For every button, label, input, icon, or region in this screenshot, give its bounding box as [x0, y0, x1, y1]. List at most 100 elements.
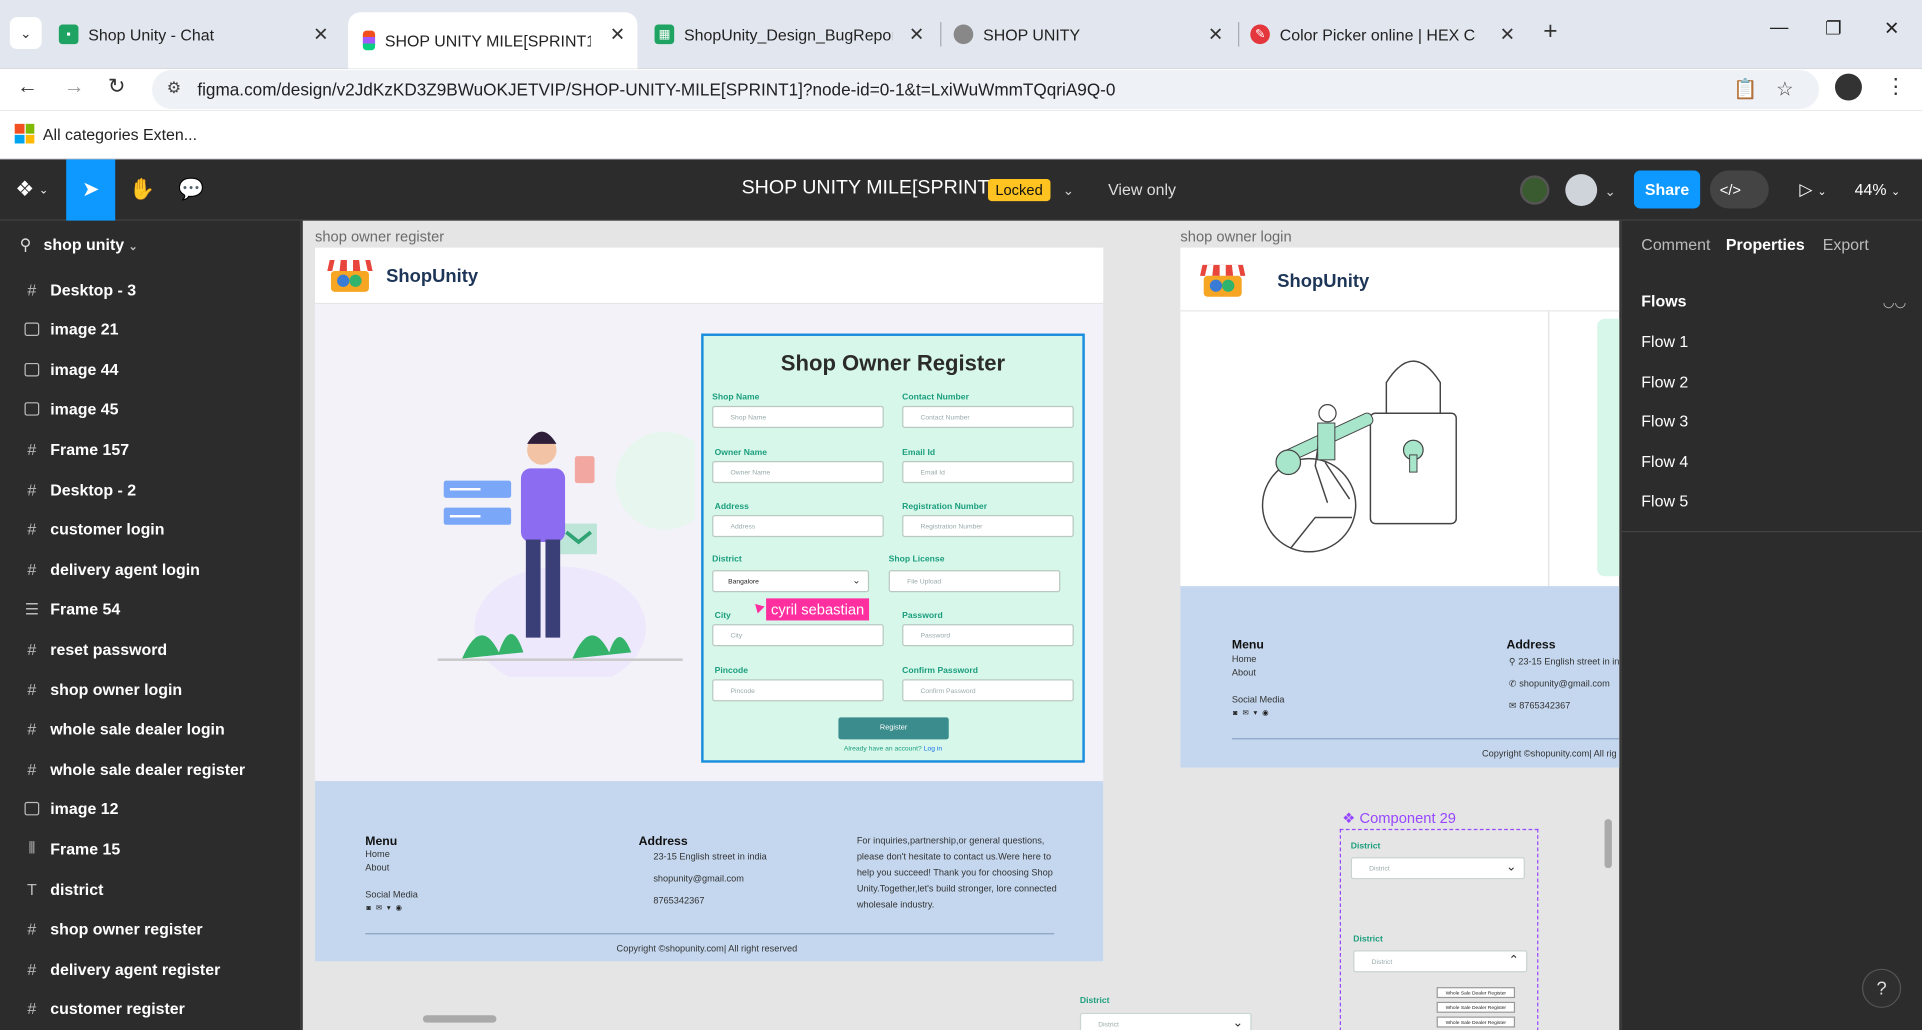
close-tab-icon[interactable]: ✕	[909, 23, 924, 46]
city-input[interactable]: City	[712, 624, 884, 647]
tab-shop-unity-chat[interactable]: ▪ Shop Unity - Chat ✕	[58, 12, 341, 56]
zoom-level[interactable]: 44% ⌄	[1855, 180, 1901, 198]
flow-item-3[interactable]: Flow 3	[1641, 412, 1688, 430]
layer-item[interactable]: ☰ Frame 54	[0, 590, 300, 629]
reload-icon[interactable]: ↻	[108, 75, 125, 100]
district-dropdown[interactable]: District ⌄	[1079, 1012, 1252, 1030]
layer-item[interactable]: # shop owner register	[0, 909, 300, 948]
close-tab-icon[interactable]: ✕	[610, 23, 625, 46]
site-info-icon[interactable]: ⚙	[167, 78, 181, 98]
layer-item[interactable]: # customer register	[0, 989, 300, 1028]
layer-item[interactable]: # customer login	[0, 510, 300, 549]
dropdown-option[interactable]: Whole Sale Dealer Register	[1436, 1001, 1516, 1013]
flow-item-1[interactable]: Flow 1	[1641, 332, 1688, 350]
layer-item[interactable]: # whole sale dealer register	[0, 749, 300, 788]
layer-item[interactable]: # shop owner login	[0, 669, 300, 708]
forward-icon[interactable]: →	[64, 75, 85, 100]
dropdown-option[interactable]: Whole Sale Dealer Register	[1436, 987, 1516, 999]
tab-bug-report-sheet[interactable]: ▦ ShopUnity_Design_BugReport - Google Sh…	[654, 12, 937, 56]
layer-item[interactable]: image 21	[0, 310, 300, 349]
close-tab-icon[interactable]: ✕	[1208, 23, 1223, 46]
address-bar[interactable]: ⚙ figma.com/design/v2JdKzKD3Z9BWuOKJETVI…	[151, 69, 1820, 110]
minimize-button[interactable]: —	[1770, 17, 1788, 38]
design-canvas[interactable]: shop owner register shop owner login Sho…	[302, 220, 1620, 1030]
email-id-input[interactable]: Email Id	[902, 461, 1074, 484]
layer-item[interactable]: # delivery agent login	[0, 550, 300, 589]
search-icon[interactable]: ⚲	[20, 235, 32, 255]
restore-button[interactable]: ❐	[1825, 17, 1841, 39]
password-input[interactable]: Password	[902, 624, 1074, 647]
hand-tool-icon[interactable]: ✋	[118, 159, 167, 220]
flow-item-2[interactable]: Flow 2	[1641, 373, 1688, 391]
frame-label[interactable]: shop owner register	[315, 228, 444, 245]
tab-search-button[interactable]: ⌄	[9, 17, 42, 50]
clipboard-icon[interactable]: 📋	[1733, 77, 1757, 102]
shop-owner-login-frame[interactable]: ShopUnity Menu Home About Social Media ◙…	[1180, 247, 1620, 768]
footer-menu-about[interactable]: About	[1232, 666, 1256, 679]
district-dropdown[interactable]: District ⌄	[1350, 857, 1525, 880]
registration-number-input[interactable]: Registration Number	[902, 514, 1074, 538]
profile-avatar[interactable]	[1834, 73, 1862, 101]
layer-item[interactable]: # whole sale dealer login	[0, 709, 300, 748]
frame-label[interactable]: shop owner login	[1180, 228, 1291, 245]
horizontal-scrollbar[interactable]	[422, 1015, 497, 1023]
footer-menu-about[interactable]: About	[365, 861, 389, 874]
chrome-menu-icon[interactable]: ⋮	[1885, 75, 1906, 100]
shop-name-input[interactable]: Shop Name	[712, 405, 884, 428]
present-icon[interactable]: ▷ ⌄	[1799, 179, 1826, 200]
layer-item[interactable]: # Frame 157	[0, 430, 300, 469]
share-button[interactable]: Share	[1633, 170, 1701, 209]
bookmark-item[interactable]: All categories Exten...	[43, 125, 197, 143]
layer-item[interactable]: # reset password	[0, 630, 300, 669]
district-input[interactable]: Bangalore ⌄	[712, 570, 870, 593]
layer-item[interactable]: # delivery agent register	[0, 949, 300, 988]
bookmark-star-icon[interactable]: ☆	[1776, 77, 1794, 102]
move-tool-icon[interactable]: ➤	[66, 159, 116, 221]
tab-color-picker[interactable]: ✎ Color Picker online | HEX Color Picker…	[1250, 12, 1527, 56]
register-button[interactable]: Register	[838, 717, 949, 740]
page-selector[interactable]: ⚲ shop unity ⌄	[20, 235, 138, 255]
shop-license-input[interactable]: File Upload	[888, 570, 1061, 593]
close-tab-icon[interactable]: ✕	[313, 23, 328, 46]
layer-item[interactable]: image 12	[0, 789, 300, 828]
tab-comment[interactable]: Comment	[1641, 235, 1710, 253]
login-link[interactable]: Log in	[924, 746, 942, 753]
tab-shop-unity[interactable]: SHOP UNITY ✕	[953, 12, 1236, 56]
figma-main-menu-button[interactable]: ❖ ⌄	[0, 159, 64, 220]
shop-owner-register-frame[interactable]: ShopUnity Shop Owner Register Shop Name …	[315, 247, 1104, 962]
owner-name-input[interactable]: Owner Name	[712, 461, 884, 484]
pincode-input[interactable]: Pincode	[712, 679, 884, 702]
hide-eye-icon[interactable]: ◡◡	[1883, 294, 1907, 311]
address-input[interactable]: Address	[712, 514, 884, 538]
new-tab-button[interactable]: +	[1543, 18, 1557, 46]
help-button[interactable]: ?	[1861, 968, 1902, 1008]
layer-item[interactable]: Tdistrict	[0, 869, 300, 908]
contact-number-input[interactable]: Contact Number	[902, 405, 1074, 428]
chevron-down-icon[interactable]: ⌄	[1063, 183, 1074, 199]
district-dropdown-open[interactable]: District ⌃	[1353, 950, 1528, 973]
close-tab-icon[interactable]: ✕	[1500, 23, 1515, 46]
vertical-scrollbar[interactable]	[1604, 819, 1612, 869]
dev-mode-toggle[interactable]: </>	[1709, 170, 1769, 209]
layer-item[interactable]: image 44	[0, 350, 300, 389]
layer-item[interactable]: # Desktop - 3	[0, 270, 300, 309]
user-avatar[interactable]	[1565, 174, 1598, 206]
collaborator-avatar[interactable]	[1519, 175, 1550, 205]
layer-item[interactable]: # Desktop - 2	[0, 470, 300, 509]
layer-item[interactable]: image 45	[0, 390, 300, 429]
component-label[interactable]: ❖ Component 29	[1342, 809, 1456, 826]
file-title[interactable]: SHOP UNITY MILE[SPRINT1]	[742, 178, 1006, 200]
component-29[interactable]: District District ⌄ District District ⌃ Wh…	[1339, 828, 1539, 1030]
flow-item-4[interactable]: Flow 4	[1641, 452, 1688, 470]
tab-figma-file[interactable]: SHOP UNITY MILE[SPRINT1] – Figma ✕	[348, 12, 638, 69]
dropdown-option[interactable]: Whole Sale Dealer Register	[1436, 1016, 1516, 1028]
back-icon[interactable]: ←	[17, 75, 38, 100]
tab-export[interactable]: Export	[1823, 235, 1869, 253]
confirm-password-input[interactable]: Confirm Password	[902, 679, 1074, 702]
footer-menu-home[interactable]: Home	[1232, 652, 1257, 665]
tab-properties[interactable]: Properties	[1726, 235, 1805, 253]
chevron-down-icon[interactable]: ⌄	[1605, 184, 1616, 200]
footer-menu-home[interactable]: Home	[365, 847, 390, 860]
layer-item[interactable]: ⦀ Frame 15	[0, 829, 300, 868]
flow-item-5[interactable]: Flow 5	[1641, 492, 1688, 510]
